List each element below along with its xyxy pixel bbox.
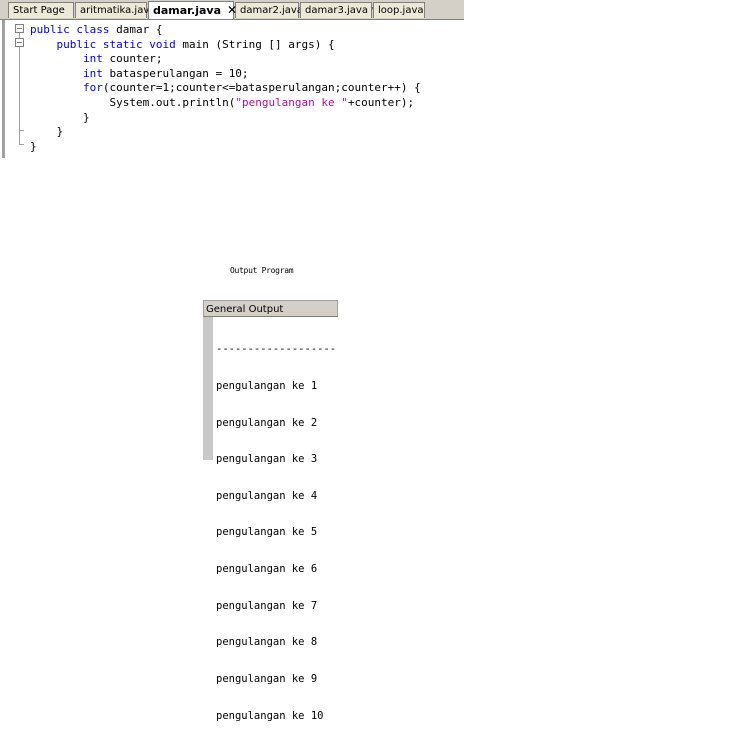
output-line: pengulangan ke 9 xyxy=(216,672,318,685)
fold-collapse-icon[interactable]: − xyxy=(15,38,24,47)
output-line: pengulangan ke 7 xyxy=(216,599,318,612)
tab-loop-java[interactable]: loop.java xyxy=(373,2,425,18)
output-line: pengulangan ke 6 xyxy=(216,563,318,576)
output-line: pengulangan ke 10 xyxy=(216,709,324,722)
code-line-8: } xyxy=(56,125,64,139)
output-line: ------------------- xyxy=(216,343,337,356)
output-line: pengulangan ke 4 xyxy=(216,489,318,502)
code-line-7: } xyxy=(82,110,90,124)
general-output-panel: General Output ------------------- pengu… xyxy=(203,300,339,722)
tab-label: damar2.java xyxy=(240,5,303,16)
tab-start-page[interactable]: Start Page xyxy=(8,2,74,18)
output-line: pengulangan ke 8 xyxy=(216,636,318,649)
output-panel-title[interactable]: General Output xyxy=(203,300,338,317)
code-line-4: int batasperulangan = 10; xyxy=(82,66,249,80)
fold-end-marker xyxy=(19,144,24,145)
output-console[interactable]: ------------------- pengulangan ke 1 pen… xyxy=(203,317,339,722)
code-area[interactable]: − − public class damar { public static v… xyxy=(0,20,464,158)
tab-damar3-java[interactable]: damar3.java * xyxy=(300,2,376,18)
tab-aritmatika-java[interactable]: aritmatika.java xyxy=(75,2,155,18)
output-caption: Output Program xyxy=(230,266,294,275)
fold-collapse-icon[interactable]: − xyxy=(15,24,24,33)
code-line-9: } xyxy=(30,139,37,153)
close-tab-icon[interactable]: ✕ xyxy=(227,3,237,17)
output-lines: ------------------- pengulangan ke 1 pen… xyxy=(216,319,336,746)
code-line-1: public class damar { xyxy=(30,23,163,36)
tab-label: loop.java xyxy=(378,5,424,16)
tab-label: damar.java xyxy=(153,4,222,17)
tab-label: aritmatika.java xyxy=(80,5,156,16)
tab-damar2-java[interactable]: damar2.java xyxy=(235,2,303,18)
source-code: public class damar { public static void … xyxy=(30,23,421,154)
output-line: pengulangan ke 1 xyxy=(216,380,318,393)
tab-label: Start Page xyxy=(13,5,65,16)
fold-end-marker xyxy=(19,130,24,131)
editor-gutter xyxy=(2,20,5,158)
tab-label: damar3.java * xyxy=(305,5,377,16)
tab-damar-java[interactable]: damar.java ✕ xyxy=(148,1,237,19)
editor-tab-bar: Start Page aritmatika.java damar.java ✕ d… xyxy=(0,0,464,20)
output-line: pengulangan ke 2 xyxy=(216,416,318,429)
output-line: pengulangan ke 5 xyxy=(216,526,318,539)
output-line: pengulangan ke 3 xyxy=(216,453,318,466)
code-line-3: int counter; xyxy=(82,52,163,66)
code-line-6: System.out.println("pengulangan ke "+cou… xyxy=(109,95,415,109)
code-line-5: for(counter=1;counter<=batasperulangan;c… xyxy=(82,81,421,95)
output-gutter xyxy=(203,317,213,460)
code-editor-window: Start Page aritmatika.java damar.java ✕ d… xyxy=(0,0,464,158)
code-line-2: public static void main (String [] args)… xyxy=(56,37,335,51)
fold-guide xyxy=(19,33,20,38)
